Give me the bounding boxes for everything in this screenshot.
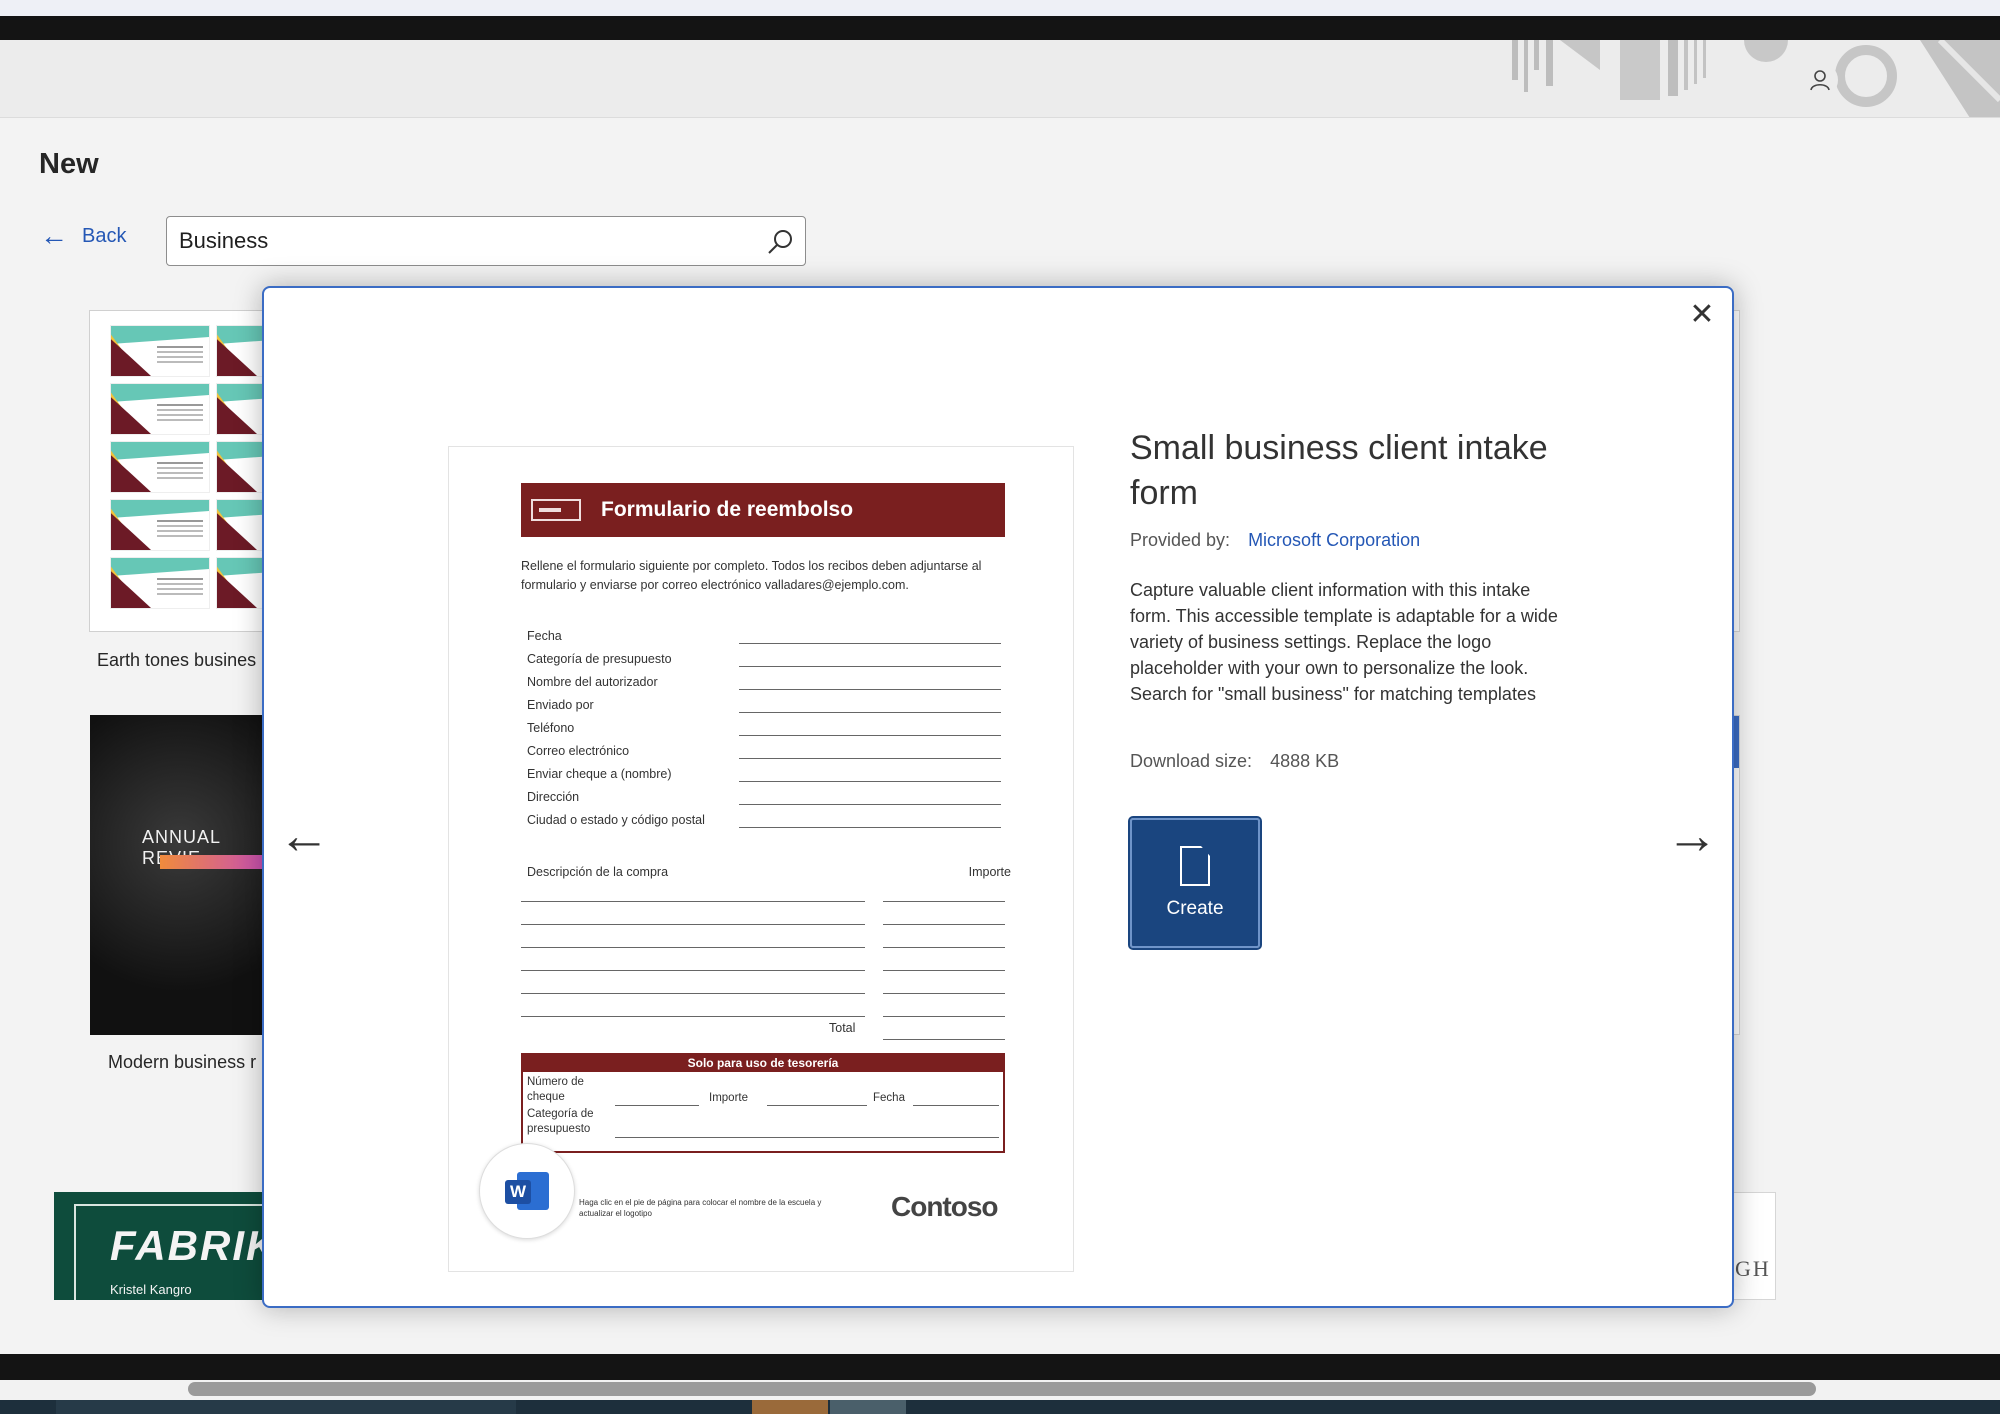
taskbar-segment[interactable]	[830, 1400, 906, 1414]
purchase-label: Descripción de la compra	[527, 865, 669, 879]
template-preview-image: Formulario de reembolso Rellene el formu…	[448, 446, 1074, 1272]
form-header-icon	[531, 499, 581, 521]
window-top-bar	[0, 16, 2000, 40]
taskbar-segment[interactable]	[752, 1400, 828, 1414]
arrow-left-icon: ←	[40, 220, 68, 251]
form-field: Categoría de presupuesto	[527, 652, 1011, 675]
close-icon[interactable]: ✕	[1684, 296, 1720, 332]
fabrika-name: Kristel Kangro	[110, 1282, 192, 1297]
scrollbar-thumb[interactable]	[188, 1382, 1816, 1396]
title-bar	[0, 40, 2000, 118]
form-field: Enviado por	[527, 698, 1011, 721]
template-card-right-3-text: GH	[1735, 1256, 1771, 1281]
purchase-header: Descripción de la compra Importe	[527, 865, 1011, 879]
title-bar-pattern	[1512, 40, 2000, 117]
user-icon[interactable]	[1802, 62, 1838, 98]
provider-link[interactable]: Microsoft Corporation	[1248, 530, 1420, 551]
total-label: Total	[829, 1021, 856, 1035]
amount-label: Importe	[968, 865, 1011, 879]
previous-template-button[interactable]: ←	[276, 808, 332, 864]
annual-review-thumbnail	[90, 715, 270, 1035]
form-field-label: Correo electrónico	[527, 744, 630, 758]
back-label: Back	[82, 224, 127, 247]
annual-review-subtitle-bar	[160, 855, 270, 869]
word-app-badge: W	[479, 1143, 575, 1239]
form-field-label: Teléfono	[527, 721, 575, 735]
download-size-row: Download size: 4888 KB	[1130, 751, 1590, 772]
treasury-amount-label: Importe	[709, 1092, 748, 1104]
arrow-left-icon: ←	[278, 807, 330, 865]
business-card-thumbnail	[110, 325, 268, 609]
contoso-logo: Contoso	[891, 1191, 999, 1222]
budget-category-label: Categoría de presupuesto	[527, 1108, 594, 1135]
form-field: Dirección	[527, 790, 1011, 813]
form-field-label: Categoría de presupuesto	[527, 652, 672, 666]
next-template-button[interactable]: →	[1664, 808, 1720, 864]
window-top-strip	[0, 0, 2000, 16]
template-card-label[interactable]: Earth tones busines	[97, 650, 256, 671]
document-icon	[1180, 846, 1210, 886]
form-field: Nombre del autorizador	[527, 675, 1011, 698]
word-icon-letter: W	[505, 1180, 531, 1204]
form-field: Ciudad o estado y código postal	[527, 813, 1011, 836]
form-field-label: Dirección	[527, 790, 580, 804]
template-details: Small business client intake form Provid…	[1130, 426, 1590, 772]
treasury-header: Solo para uso de tesorería	[523, 1055, 1003, 1072]
form-intro: Rellene el formulario siguiente por comp…	[521, 559, 982, 592]
template-card-label[interactable]: Modern business r	[108, 1052, 256, 1073]
form-header: Formulario de reembolso	[521, 483, 1005, 537]
template-description: Capture valuable client information with…	[1130, 580, 1558, 704]
form-title: Formulario de reembolso	[601, 498, 854, 521]
form-field: Fecha	[527, 629, 1011, 652]
search-box[interactable]	[166, 216, 806, 266]
provided-by-label: Provided by:	[1130, 530, 1231, 550]
search-input[interactable]	[167, 217, 727, 265]
page-title: New	[39, 148, 99, 180]
back-button[interactable]: ← Back	[40, 222, 126, 250]
form-field: Enviar cheque a (nombre)	[527, 767, 1011, 790]
create-label: Create	[1166, 898, 1224, 919]
search-icon[interactable]	[765, 227, 795, 257]
template-card-modern-business[interactable]: ANNUAL REVIE	[90, 715, 270, 1035]
form-field-label: Enviar cheque a (nombre)	[527, 767, 672, 781]
form-field-label: Enviado por	[527, 698, 594, 712]
form-field: Correo electrónico	[527, 744, 1011, 767]
template-title: Small business client intake form	[1130, 429, 1548, 512]
taskbar-segment[interactable]	[56, 1400, 516, 1414]
template-card-earth-tones[interactable]	[89, 310, 269, 632]
check-number-label: Número de cheque	[527, 1076, 584, 1103]
form-field-label: Ciudad o estado y código postal	[527, 813, 705, 827]
form-field-label: Nombre del autorizador	[527, 675, 658, 689]
download-size-value: 4888 KB	[1270, 751, 1340, 771]
form-field: Teléfono	[527, 721, 1011, 744]
treasury-date-label: Fecha	[873, 1092, 905, 1104]
treasury-box: Solo para uso de tesorería Número de che…	[521, 1053, 1005, 1153]
arrow-right-icon: →	[1666, 807, 1718, 865]
provider-row: Provided by: Microsoft Corporation	[1130, 530, 1590, 551]
download-size-label: Download size:	[1130, 751, 1253, 771]
word-app-icon: W	[505, 1172, 549, 1210]
template-preview-dialog: ✕ ← → Formulario de reembolso Rellene el…	[262, 286, 1734, 1308]
window-bottom-bar	[0, 1354, 2000, 1380]
form-footer-note: Haga clic en el pie de página para coloc…	[579, 1198, 822, 1218]
create-button[interactable]: Create	[1128, 816, 1262, 950]
form-field-label: Fecha	[527, 629, 562, 643]
